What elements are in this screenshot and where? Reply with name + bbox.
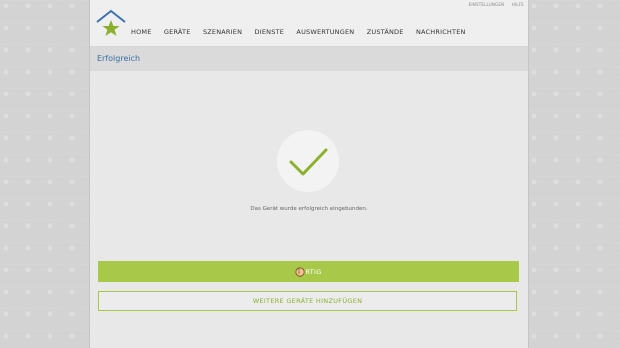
nav-evaluations[interactable]: AUSWERTUNGEN [296, 28, 354, 36]
hand-cursor-icon [295, 266, 306, 277]
success-indicator [277, 130, 339, 192]
settings-link[interactable]: EINSTELLUNGEN [469, 2, 505, 7]
done-button-label: RTIG [305, 267, 322, 276]
app-window: EINSTELLUNGEN HILFE HOME GERÄTE SZENARIE… [89, 0, 529, 348]
nav-scenarios[interactable]: SZENARIEN [203, 28, 242, 36]
page-title: Erfolgreich [97, 54, 141, 63]
checkmark-icon [289, 148, 328, 176]
add-more-devices-label: WEITERE GERÄTE HINZUFÜGEN [252, 297, 363, 305]
nav-home[interactable]: HOME [131, 28, 152, 36]
utility-links: EINSTELLUNGEN HILFE [463, 2, 524, 7]
nav-messages[interactable]: NACHRICHTEN [416, 28, 466, 36]
nav-states[interactable]: ZUSTÄNDE [367, 28, 404, 36]
nav-devices[interactable]: GERÄTE [164, 28, 191, 36]
done-button[interactable]: RTIG [98, 261, 519, 282]
nav-services[interactable]: DIENSTE [255, 28, 285, 36]
help-link[interactable]: HILFE [512, 2, 524, 7]
success-message: Das Gerät wurde erfolgreich eingebunden. [250, 206, 368, 212]
house-star-icon[interactable] [94, 9, 128, 39]
main-nav: HOME GERÄTE SZENARIEN DIENSTE AUSWERTUNG… [131, 28, 478, 36]
page-title-bar: Erfolgreich [90, 47, 528, 71]
header: EINSTELLUNGEN HILFE HOME GERÄTE SZENARIE… [90, 0, 528, 47]
add-more-devices-button[interactable]: WEITERE GERÄTE HINZUFÜGEN [98, 291, 517, 311]
